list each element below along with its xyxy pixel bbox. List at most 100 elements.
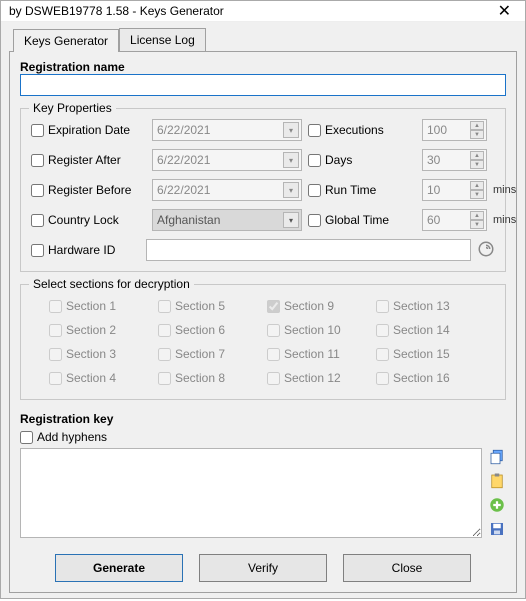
- section-label: Section 3: [66, 347, 116, 361]
- section-checkbox[interactable]: Section 10: [267, 323, 368, 337]
- close-icon[interactable]: ✕: [492, 1, 517, 21]
- chevron-down-icon[interactable]: ▾: [283, 212, 299, 228]
- value: Afghanistan: [157, 213, 220, 227]
- register-after-checkbox[interactable]: Register After: [31, 153, 146, 167]
- paste-icon[interactable]: [488, 472, 506, 490]
- days-checkbox[interactable]: Days: [308, 153, 416, 167]
- section-checkbox[interactable]: Section 16: [376, 371, 477, 385]
- save-icon[interactable]: [488, 520, 506, 538]
- value: 6/22/2021: [157, 153, 210, 167]
- section-label: Section 5: [175, 299, 225, 313]
- label: Executions: [325, 123, 384, 137]
- label: Country Lock: [48, 213, 119, 227]
- section-label: Section 15: [393, 347, 450, 361]
- value: 30: [427, 153, 440, 167]
- label: Expiration Date: [48, 123, 130, 137]
- section-checkbox[interactable]: Section 7: [158, 347, 259, 361]
- register-before-checkbox[interactable]: Register Before: [31, 183, 146, 197]
- expiration-date-checkbox[interactable]: Expiration Date: [31, 123, 146, 137]
- section-checkbox[interactable]: Section 2: [49, 323, 150, 337]
- tab-keys-generator[interactable]: Keys Generator: [13, 29, 119, 52]
- run-time-checkbox[interactable]: Run Time: [308, 183, 416, 197]
- global-time-field[interactable]: 60 ▲▼: [422, 209, 487, 231]
- button-bar: Generate Verify Close: [20, 544, 506, 584]
- value: 10: [427, 183, 440, 197]
- section-checkbox[interactable]: Section 12: [267, 371, 368, 385]
- executions-field[interactable]: 100 ▲▼: [422, 119, 487, 141]
- registration-key-block: Registration key Add hyphens: [20, 412, 506, 538]
- tab-label: License Log: [130, 33, 195, 47]
- section-checkbox[interactable]: Section 9: [267, 299, 368, 313]
- section-checkbox[interactable]: Section 11: [267, 347, 368, 361]
- section-checkbox[interactable]: Section 14: [376, 323, 477, 337]
- hardware-id-input[interactable]: [146, 239, 471, 261]
- chevron-down-icon[interactable]: ▾: [283, 122, 299, 138]
- titlebar: by DSWEB19778 1.58 - Keys Generator ✕: [1, 1, 525, 22]
- value: 60: [427, 213, 440, 227]
- label: Close: [392, 561, 423, 575]
- tab-license-log[interactable]: License Log: [119, 28, 206, 51]
- tab-label: Keys Generator: [24, 34, 108, 48]
- spinner[interactable]: ▲▼: [470, 121, 484, 139]
- group-title: Key Properties: [29, 101, 116, 115]
- client-area: Keys Generator License Log Registration …: [1, 22, 525, 601]
- country-lock-combo[interactable]: Afghanistan ▾: [152, 209, 302, 231]
- section-checkbox[interactable]: Section 15: [376, 347, 477, 361]
- section-label: Section 9: [284, 299, 334, 313]
- country-lock-checkbox[interactable]: Country Lock: [31, 213, 146, 227]
- label: Hardware ID: [48, 243, 115, 257]
- days-field[interactable]: 30 ▲▼: [422, 149, 487, 171]
- run-time-unit: mins: [493, 184, 525, 196]
- section-checkbox[interactable]: Section 6: [158, 323, 259, 337]
- section-label: Section 6: [175, 323, 225, 337]
- verify-button[interactable]: Verify: [199, 554, 327, 582]
- executions-checkbox[interactable]: Executions: [308, 123, 416, 137]
- label: Verify: [248, 561, 278, 575]
- add-icon[interactable]: [488, 496, 506, 514]
- spinner[interactable]: ▲▼: [470, 211, 484, 229]
- label: Global Time: [325, 213, 389, 227]
- section-checkbox[interactable]: Section 4: [49, 371, 150, 385]
- section-label: Section 8: [175, 371, 225, 385]
- spinner[interactable]: ▲▼: [470, 181, 484, 199]
- global-time-checkbox[interactable]: Global Time: [308, 213, 416, 227]
- close-button[interactable]: Close: [343, 554, 471, 582]
- registration-name-input[interactable]: [20, 74, 506, 96]
- chevron-down-icon[interactable]: ▾: [283, 152, 299, 168]
- app-window: by DSWEB19778 1.58 - Keys Generator ✕ Ke…: [0, 0, 526, 599]
- generate-button[interactable]: Generate: [55, 554, 183, 582]
- expiration-date-field[interactable]: 6/22/2021 ▾: [152, 119, 302, 141]
- section-label: Section 13: [393, 299, 450, 313]
- section-checkbox[interactable]: Section 13: [376, 299, 477, 313]
- section-checkbox[interactable]: Section 3: [49, 347, 150, 361]
- sections-grid: Section 1 Section 5 Section 9 Section 13 Sec…: [31, 295, 495, 389]
- copy-icon[interactable]: [488, 448, 506, 466]
- registration-name-block: Registration name: [20, 60, 506, 96]
- registration-name-label: Registration name: [20, 60, 506, 74]
- registration-key-textarea[interactable]: [20, 448, 482, 538]
- section-checkbox[interactable]: Section 8: [158, 371, 259, 385]
- label: Register Before: [48, 183, 131, 197]
- value: 100: [427, 123, 447, 137]
- chevron-down-icon[interactable]: ▾: [283, 182, 299, 198]
- hardware-id-checkbox[interactable]: Hardware ID: [31, 243, 140, 257]
- register-before-field[interactable]: 6/22/2021▾: [152, 179, 302, 201]
- tab-panel: Registration name Key Properties Expirat…: [9, 51, 517, 593]
- section-checkbox[interactable]: Section 1: [49, 299, 150, 313]
- group-key-properties: Key Properties Expiration Date 6/22/2021…: [20, 108, 506, 272]
- register-after-field[interactable]: 6/22/2021 ▾: [152, 149, 302, 171]
- fingerprint-icon[interactable]: [477, 240, 495, 261]
- registration-key-label: Registration key: [20, 412, 506, 426]
- value: 6/22/2021: [157, 123, 210, 137]
- window-title: by DSWEB19778 1.58 - Keys Generator: [9, 4, 492, 18]
- section-label: Section 12: [284, 371, 341, 385]
- global-time-unit: mins: [493, 214, 525, 226]
- tab-strip: Keys Generator License Log: [9, 28, 517, 51]
- label: Register After: [48, 153, 121, 167]
- side-icons: [488, 448, 506, 538]
- add-hyphens-checkbox[interactable]: Add hyphens: [20, 430, 506, 444]
- section-checkbox[interactable]: Section 5: [158, 299, 259, 313]
- section-label: Section 1: [66, 299, 116, 313]
- run-time-field[interactable]: 10 ▲▼: [422, 179, 487, 201]
- spinner[interactable]: ▲▼: [470, 151, 484, 169]
